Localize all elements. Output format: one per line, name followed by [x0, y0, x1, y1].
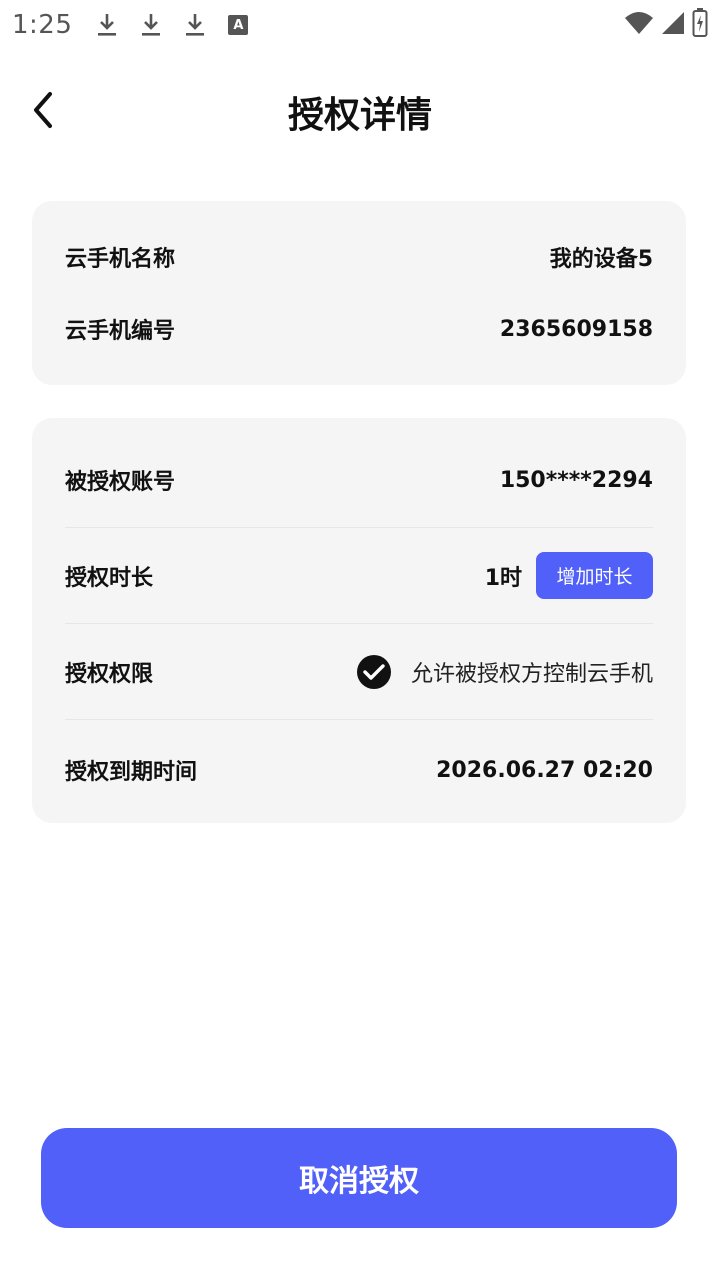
authorized-account-value: 150****2294: [499, 467, 653, 493]
download-icon: [182, 11, 208, 39]
check-icon: [363, 664, 385, 680]
divider: [65, 719, 653, 720]
add-duration-button[interactable]: 增加时长: [536, 552, 653, 599]
duration-value: 1时: [484, 565, 522, 591]
device-id-label: 云手机编号: [65, 319, 176, 344]
authorized-account-label: 被授权账号: [65, 470, 176, 495]
expiry-row: 授权到期时间 2026.06.27 02:20: [65, 754, 653, 786]
device-name-value: 我的设备5: [549, 247, 653, 272]
page-title: 授权详情: [287, 95, 432, 136]
wifi-icon: [624, 10, 654, 40]
system-icons: [624, 8, 708, 42]
expiry-label: 授权到期时间: [65, 760, 198, 785]
divider: [65, 527, 653, 528]
device-info-card: 云手机名称 我的设备5 云手机编号 2365609158: [32, 201, 686, 385]
device-id-value: 2365609158: [499, 316, 653, 342]
status-bar: 1:25 A: [0, 0, 720, 50]
expiry-value: 2026.06.27 02:20: [436, 757, 653, 783]
notification-icons: A: [94, 11, 249, 39]
status-time: 1:25: [12, 10, 73, 40]
cancel-authorization-button[interactable]: 取消授权: [41, 1128, 677, 1228]
divider: [65, 623, 653, 624]
device-name-row: 云手机名称 我的设备5: [65, 241, 653, 273]
download-icon: [94, 11, 120, 39]
signal-icon: [660, 10, 686, 40]
permission-checkbox[interactable]: [356, 655, 391, 689]
permission-text: 允许被授权方控制云手机: [410, 662, 653, 687]
permission-row: 授权权限 允许被授权方控制云手机: [65, 655, 653, 689]
authorized-account-row: 被授权账号 150****2294: [65, 464, 653, 496]
a-notification-icon: A: [228, 15, 249, 35]
permission-group: 允许被授权方控制云手机: [356, 655, 653, 689]
duration-row: 授权时长 1时 增加时长: [65, 552, 653, 599]
device-id-row: 云手机编号 2365609158: [65, 313, 653, 345]
authorization-card: 被授权账号 150****2294 授权时长 1时 增加时长 授权权限 允许被授…: [32, 418, 686, 823]
battery-charging-icon: [692, 8, 708, 42]
duration-label: 授权时长: [65, 565, 154, 591]
auth-detail-screen: 1:25 A 授权详情 云手机名称 我的设备5 云手机编号 2365609158…: [0, 0, 720, 1280]
header: 授权详情: [0, 60, 720, 160]
permission-label: 授权权限: [65, 662, 154, 687]
download-icon: [138, 11, 164, 39]
device-name-label: 云手机名称: [65, 247, 176, 272]
duration-group: 1时 增加时长: [485, 552, 653, 599]
